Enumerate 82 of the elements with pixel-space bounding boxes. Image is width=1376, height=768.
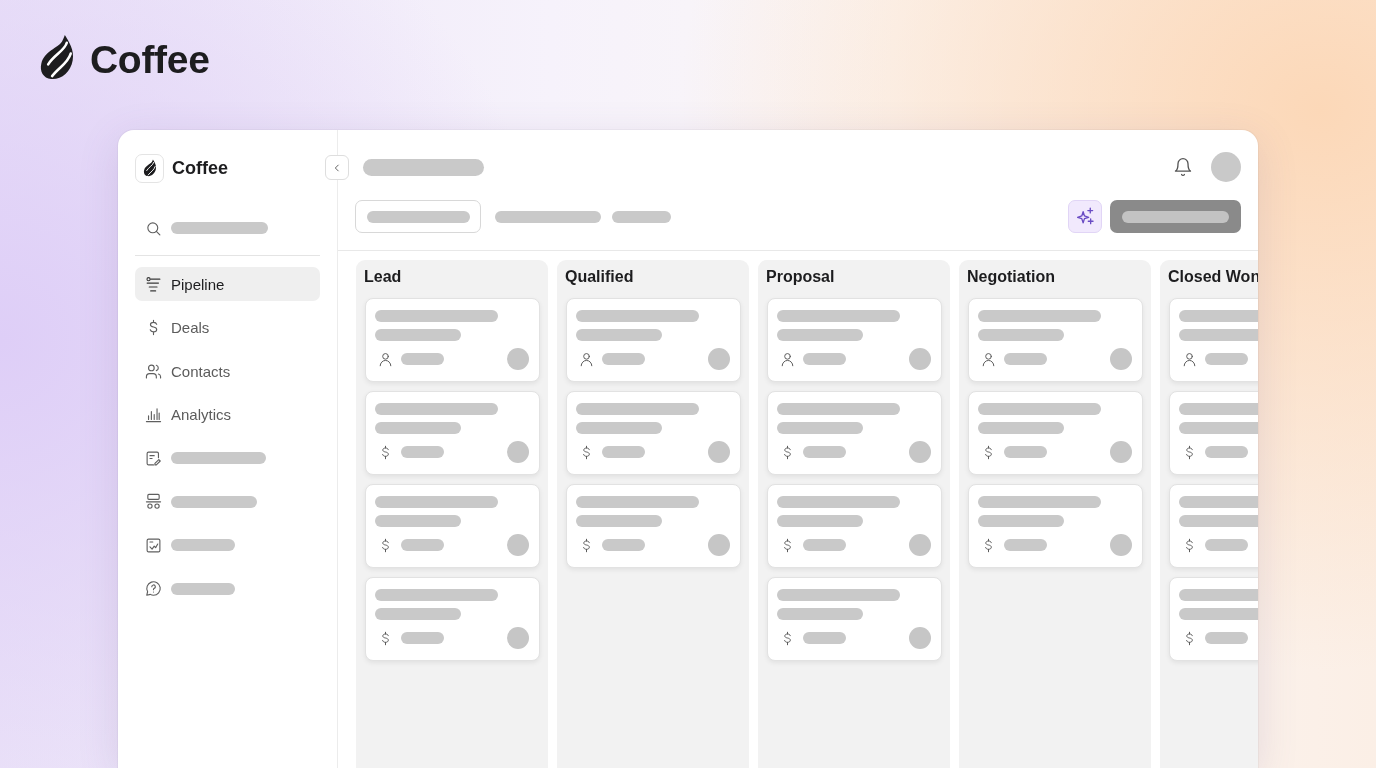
placeholder-bar <box>401 632 444 644</box>
sparkles-icon <box>1075 207 1095 226</box>
avatar-icon <box>1110 441 1132 463</box>
group-icon <box>145 493 162 510</box>
deal-card[interactable] <box>566 484 741 568</box>
column-title: Lead <box>364 268 403 286</box>
placeholder-bar <box>1205 539 1248 551</box>
person-icon <box>1182 351 1197 367</box>
avatar-icon <box>909 534 931 556</box>
deal-card[interactable] <box>968 298 1143 382</box>
placeholder-bar <box>803 446 846 458</box>
avatar-icon <box>909 627 931 649</box>
brand-name: Coffee <box>172 157 228 179</box>
avatar-icon <box>1110 348 1132 370</box>
avatar-icon <box>708 534 730 556</box>
help-icon <box>145 580 162 597</box>
placeholder-bar <box>602 446 645 458</box>
placeholder-bar <box>1205 446 1248 458</box>
placeholder-bar <box>612 210 671 223</box>
flame-icon <box>38 34 76 81</box>
placeholder-bar <box>803 632 846 644</box>
placeholder-bar <box>803 353 846 365</box>
placeholder-bar <box>401 446 444 458</box>
avatar-icon <box>507 441 529 463</box>
column-title: Proposal <box>766 268 836 286</box>
placeholder-bar <box>1004 353 1047 365</box>
placeholder-bar <box>602 353 645 365</box>
avatar-icon <box>708 441 730 463</box>
column-title: Negotiation <box>967 268 1056 286</box>
placeholder-bar <box>171 582 235 595</box>
deal-card[interactable] <box>767 577 942 661</box>
deal-card[interactable] <box>767 298 942 382</box>
flame-icon <box>135 153 164 183</box>
deal-card[interactable] <box>365 298 540 382</box>
person-icon <box>780 351 795 367</box>
primary-button[interactable] <box>1110 200 1241 233</box>
placeholder-bar <box>602 539 645 551</box>
placeholder-bar <box>1004 539 1047 551</box>
bar-chart-icon <box>145 406 162 423</box>
nav-item[interactable]: Pipeline <box>135 267 320 301</box>
nav-item[interactable]: Deals <box>135 310 320 345</box>
sparkle-button[interactable] <box>1068 200 1102 233</box>
person-icon <box>579 351 594 367</box>
column-title: Qualified <box>565 268 635 286</box>
collapse-button[interactable] <box>325 155 349 180</box>
chevron-left-icon <box>332 162 342 173</box>
placeholder-bar <box>1205 353 1248 365</box>
placeholder-bar <box>803 539 846 551</box>
brand-name: Coffee <box>90 37 210 83</box>
deal-card[interactable] <box>365 577 540 661</box>
avatar-icon <box>1110 534 1132 556</box>
deal-card[interactable] <box>968 391 1143 475</box>
deal-card[interactable] <box>968 484 1143 568</box>
placeholder-bar <box>1205 632 1248 644</box>
note-edit-icon <box>145 449 162 467</box>
toolbar-button[interactable] <box>355 200 481 233</box>
placeholder-bar <box>401 539 444 551</box>
avatar-icon <box>909 348 931 370</box>
avatar-icon <box>507 534 529 556</box>
placeholder-bar <box>171 539 235 551</box>
deal-card[interactable] <box>566 391 741 475</box>
avatar-icon <box>708 348 730 370</box>
nav-item[interactable]: Contacts <box>135 354 320 388</box>
avatar-icon <box>507 348 529 370</box>
search-icon[interactable] <box>145 219 162 237</box>
bell-icon[interactable] <box>1173 157 1193 177</box>
users-icon <box>145 362 162 380</box>
deal-card[interactable] <box>365 391 540 475</box>
filter-lines-icon <box>145 275 162 293</box>
deal-card[interactable] <box>767 484 942 568</box>
person-icon <box>981 351 996 367</box>
avatar-icon <box>507 627 529 649</box>
deal-card[interactable] <box>365 484 540 568</box>
placeholder-bar <box>1004 446 1047 458</box>
placeholder-bar <box>401 353 444 365</box>
chart-image-icon <box>145 536 162 554</box>
deal-card[interactable] <box>767 391 942 475</box>
nav-item[interactable]: Analytics <box>135 397 320 432</box>
avatar-icon[interactable] <box>1211 152 1241 182</box>
avatar-icon <box>909 441 931 463</box>
deal-card[interactable] <box>566 298 741 382</box>
person-icon <box>378 351 393 367</box>
